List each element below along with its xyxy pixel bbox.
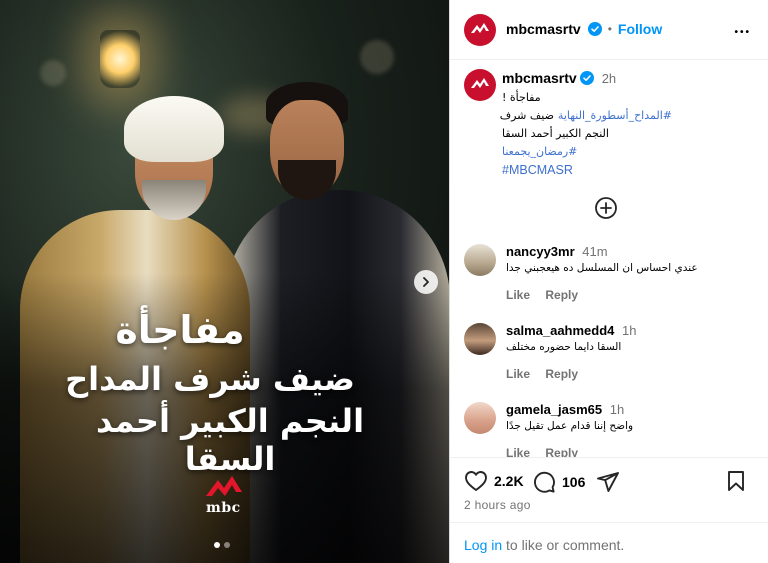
background-bokeh	[40, 60, 66, 86]
carousel-dot-active	[214, 542, 220, 548]
mbc-masr-avatar-icon	[471, 78, 489, 88]
comment-actions: Like Reply	[506, 367, 590, 381]
comment-item: nancyy3mr 41m عندي احساس ان المسلسل ده ه…	[464, 244, 764, 314]
hashtag-link[interactable]: #المداح_أسطورة_النهاية	[558, 109, 672, 122]
commenter-username[interactable]: nancyy3mr	[506, 244, 575, 259]
comment-bubble-icon	[534, 471, 555, 493]
comment-like-button[interactable]: Like	[506, 288, 530, 302]
caption-username[interactable]: mbcmasrtv	[502, 70, 577, 86]
caption-header: mbcmasrtv 2h	[502, 70, 616, 86]
hashtag-link[interactable]: #MBCMASR	[502, 161, 672, 179]
caption-text: مفاجأة ! #المداح_أسطورة_النهاية ضيف شرف ا…	[499, 89, 672, 179]
carousel-next-button[interactable]	[414, 270, 438, 294]
comment-time: 1h	[622, 323, 637, 338]
hashtag-link[interactable]: #رمضان_يجمعنا	[502, 143, 672, 161]
login-prompt-text: Log in to like or comment.	[464, 537, 624, 553]
caption-time: 2h	[601, 70, 617, 86]
caption-avatar[interactable]	[464, 69, 496, 101]
comment-time: 41m	[582, 244, 608, 259]
comment-item: gamela_jasm65 1h واضح إننا قدام عمل تقيل…	[464, 402, 764, 457]
account-avatar[interactable]	[464, 14, 496, 46]
heart-icon	[465, 471, 487, 491]
mbc-logo-text: mbc	[206, 500, 241, 516]
comment-actions: Like Reply	[506, 446, 590, 457]
account-username[interactable]: mbcmasrtv	[506, 21, 581, 37]
comment-text: عندي احساس ان المسلسل ده هيعجبني جدا	[506, 262, 698, 274]
login-prompt-rest: to like or comment.	[502, 537, 625, 553]
comment-count: 106	[562, 474, 586, 490]
like-button[interactable]: 2.2K	[464, 470, 524, 492]
caption-line: #المداح_أسطورة_النهاية ضيف شرف	[499, 107, 672, 125]
post-media[interactable]: مفاجأة ضيف شرف المداح النجم الكبير أحمد …	[0, 0, 449, 563]
comment-header: nancyy3mr 41m	[506, 244, 608, 259]
comment-reply-button[interactable]: Reply	[545, 367, 578, 381]
carousel-indicator	[214, 542, 230, 548]
post-sidebar: mbcmasrtv • Follow ••• mbcmasrtv 2h مفاج…	[449, 0, 768, 563]
paper-plane-icon	[597, 472, 619, 492]
comment-button[interactable]: 106	[532, 470, 585, 494]
chevron-right-icon	[423, 277, 429, 287]
comment-time: 1h	[609, 402, 625, 417]
verified-badge-icon	[579, 71, 594, 85]
commenter-username[interactable]: gamela_jasm65	[506, 402, 602, 417]
login-link[interactable]: Log in	[464, 537, 502, 553]
header-separator: •	[607, 22, 612, 36]
load-more-comments-icon[interactable]	[594, 196, 618, 220]
background-bokeh	[360, 40, 394, 74]
comment-reply-button[interactable]: Reply	[545, 446, 578, 457]
caption-line: النجم الكبير أحمد السقا	[502, 127, 609, 140]
overlay-title: مفاجأة	[115, 308, 245, 352]
comment-actions: Like Reply	[506, 288, 590, 302]
person-left-turban	[124, 96, 224, 162]
save-button[interactable]	[726, 470, 746, 492]
post-header: mbcmasrtv • Follow •••	[450, 0, 768, 60]
verified-badge-icon	[587, 22, 602, 36]
overlay-star-name: النجم الكبير أحمد السقا	[95, 402, 365, 478]
login-prompt: Log in to like or comment.	[450, 522, 768, 563]
comment-reply-button[interactable]: Reply	[545, 288, 578, 302]
more-icon: •••	[734, 27, 751, 38]
commenter-avatar[interactable]	[464, 402, 496, 434]
lantern	[100, 30, 140, 88]
overlay-subtitle: ضيف شرف المداح	[65, 360, 355, 398]
comment-like-button[interactable]: Like	[506, 367, 530, 381]
share-button[interactable]	[596, 470, 620, 494]
commenter-avatar[interactable]	[464, 244, 496, 276]
comment-like-button[interactable]: Like	[506, 446, 530, 457]
comment-header: salma_aahmedd4 1h	[506, 323, 637, 338]
comment-text: واضح إننا قدام عمل تقيل جدًا	[506, 420, 634, 432]
caption-line: مفاجأة !	[502, 91, 541, 104]
caption-text-fragment: ضيف شرف	[499, 109, 554, 122]
more-options-button[interactable]: •••	[734, 20, 751, 42]
comment-text: السقا دايما حضوره مختلف	[506, 341, 622, 353]
post-timestamp: 2 hours ago	[464, 498, 531, 512]
mbc-masr-avatar-icon	[471, 23, 489, 33]
comments-list[interactable]: nancyy3mr 41m عندي احساس ان المسلسل ده ه…	[450, 236, 768, 457]
like-count: 2.2K	[494, 473, 524, 489]
comment-item: salma_aahmedd4 1h السقا دايما حضوره مختل…	[464, 323, 764, 393]
commenter-username[interactable]: salma_aahmedd4	[506, 323, 614, 338]
comment-header: gamela_jasm65 1h	[506, 402, 624, 417]
follow-button[interactable]: Follow	[618, 21, 662, 37]
commenter-avatar[interactable]	[464, 323, 496, 355]
bookmark-icon	[728, 471, 744, 491]
carousel-dot	[224, 542, 230, 548]
